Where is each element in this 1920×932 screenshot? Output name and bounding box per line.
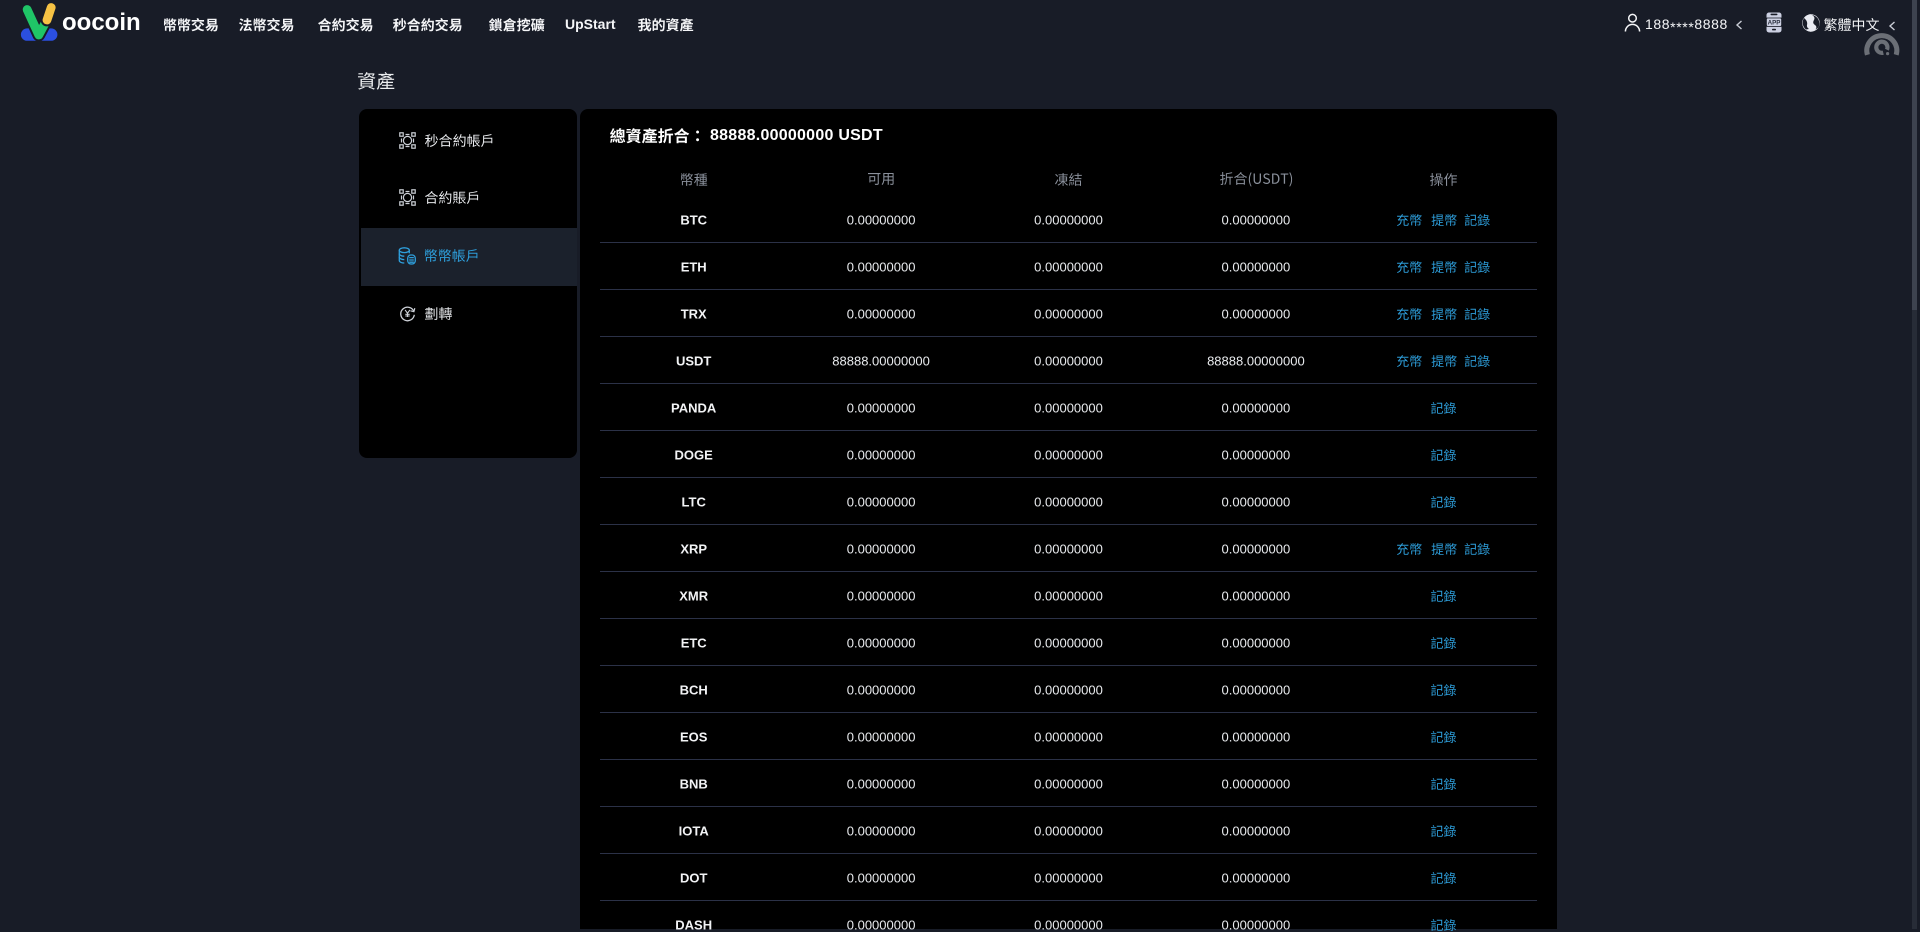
svg-text:APP: APP xyxy=(1768,19,1781,26)
